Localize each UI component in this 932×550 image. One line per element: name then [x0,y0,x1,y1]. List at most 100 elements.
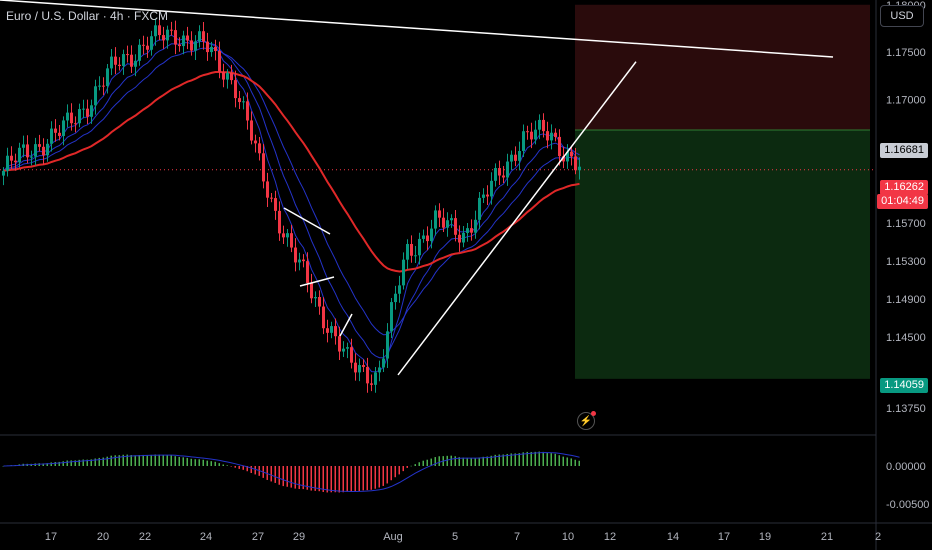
x-tick-label: 17 [718,531,730,543]
candle-body [370,383,373,385]
macd-histogram-bar [66,460,68,466]
macd-histogram-bar [202,459,204,466]
x-tick-label: 22 [139,531,151,543]
macd-histogram-bar [546,452,548,466]
candle-body [14,160,17,163]
macd-histogram-bar [338,466,340,493]
macd-histogram-bar [158,454,160,466]
candle-body [514,154,517,161]
candle-body [322,306,325,329]
macd-histogram-bar [250,466,252,474]
macd-histogram-bar [130,455,132,466]
candle-body [290,233,293,248]
candle-body [146,45,149,50]
candle-body [226,72,229,80]
candle-body [298,259,301,263]
candle-body [378,367,381,373]
stop-price-label: 1.14059 [880,378,928,393]
macd-histogram-bar [182,457,184,466]
x-tick-label: 7 [514,531,520,543]
candle-body [42,146,45,156]
macd-histogram-bar [194,459,196,466]
macd-histogram-bar [322,466,324,492]
candle-body [346,347,349,349]
candle-body [546,131,549,141]
candle-body [510,154,513,162]
candle-body [418,238,421,256]
macd-histogram-bar [542,451,544,466]
macd-histogram-bar [346,466,348,492]
macd-histogram-bar [378,466,380,488]
macd-histogram-bar [566,457,568,466]
candle-body [2,170,5,176]
candle-body [114,56,117,65]
macd-histogram-bar [446,455,448,466]
macd-histogram-bar [234,466,236,468]
candle-body [466,228,469,233]
candle-body [558,136,561,157]
macd-histogram-bar [466,457,468,466]
macd-histogram-bar [186,457,188,466]
macd-y-tick-label: -0.00500 [886,499,929,511]
macd-histogram-bar [314,466,316,491]
macd-histogram-bar [518,453,520,466]
macd-histogram-bar [274,466,276,483]
candle-body [46,143,49,156]
macd-histogram-bar [270,466,272,482]
macd-histogram-bar [406,466,408,468]
candle-body [218,51,221,72]
candle-body [174,30,177,45]
candle-body [106,68,109,87]
target-price-label: 1.16681 [880,143,928,158]
macd-histogram-bar [150,454,152,466]
candle-body [82,108,85,110]
currency-button[interactable]: USD [880,5,924,27]
chart-canvas[interactable]: 1.180001.175001.170001.165001.157001.153… [0,0,932,550]
symbol-title[interactable]: Euro / U.S. Dollar · 4h · FXCM [6,9,168,23]
candle-timer-label: 01:04:49 [877,194,928,209]
macd-histogram-bar [402,466,404,472]
candle-body [210,46,213,53]
candle-body [278,210,281,234]
macd-histogram-bar [334,466,336,493]
macd-histogram-bar [114,455,116,466]
macd-histogram-bar [398,466,400,475]
candle-body [6,155,9,171]
lightning-icon[interactable]: ⚡ [577,411,596,430]
macd-histogram-bar [230,466,232,467]
macd-histogram-bar [54,462,56,466]
candle-body [182,35,185,47]
macd-histogram-bar [106,456,108,466]
x-tick-label: 12 [604,531,616,543]
macd-histogram-bar [70,460,72,466]
candle-body [334,326,337,337]
candle-body [406,244,409,260]
candle-body [354,362,357,373]
candle-body [274,198,277,211]
candle-body [194,41,197,51]
macd-histogram-bar [206,460,208,466]
candle-body [502,175,505,178]
candle-body [190,40,193,51]
macd-histogram-bar [426,459,428,466]
candle-body [18,147,21,163]
candle-body [574,156,577,171]
macd-histogram-bar [110,455,112,466]
candle-body [550,132,553,141]
candle-body [138,44,141,61]
macd-histogram-bar [342,466,344,493]
candle-body [158,25,161,36]
candle-body [78,109,81,124]
macd-histogram-bar [282,466,284,487]
x-tick-label: 29 [293,531,305,543]
macd-histogram-bar [562,456,564,466]
candle-body [246,101,249,121]
candle-body [198,31,201,42]
macd-histogram-bar [318,466,320,492]
macd-histogram-bar [570,458,572,466]
macd-histogram-bar [422,460,424,466]
candle-body [338,336,341,352]
candle-body [170,29,173,31]
x-tick-label: 20 [97,531,109,543]
macd-histogram-bar [554,453,556,466]
